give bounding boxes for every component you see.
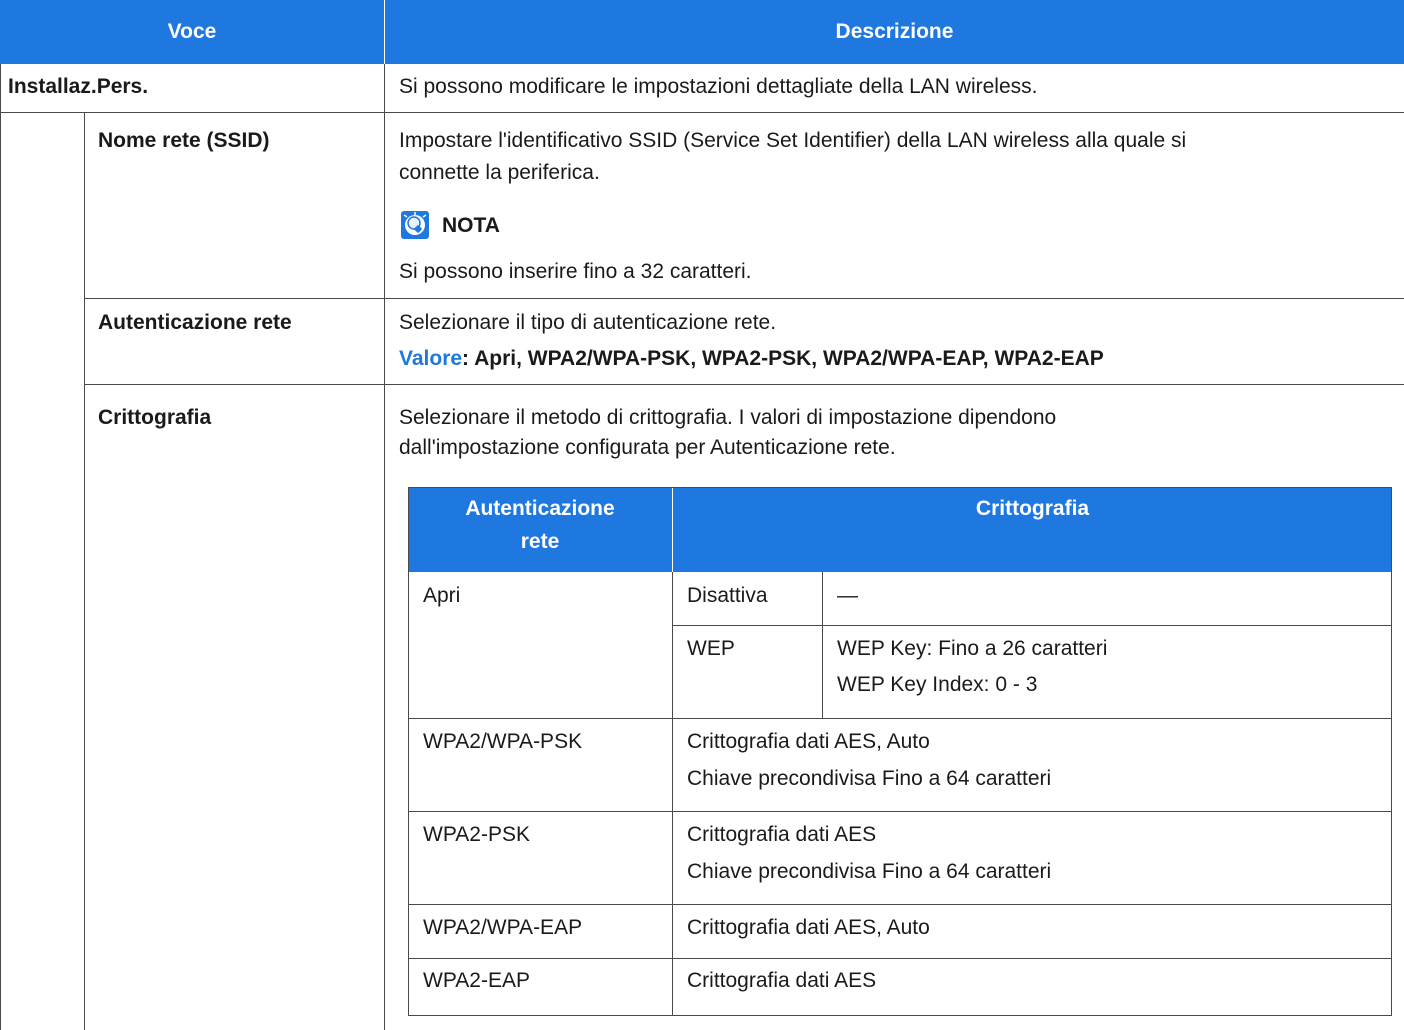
inner-disattiva-value: — xyxy=(837,584,858,607)
note-title: NOTA xyxy=(442,214,500,237)
inner-wpa2-eap-line1: Crittografia dati AES xyxy=(687,969,877,992)
inner-row-divider xyxy=(672,625,1392,626)
note-text: Si possono inserire fino a 32 caratteri. xyxy=(399,260,752,283)
auth-value-label: Valore xyxy=(399,347,463,370)
row-label-installaz: Installaz.Pers. xyxy=(8,75,149,98)
inner-auth-wpa2-eap: WPA2-EAP xyxy=(423,969,530,992)
row-label-crypto: Crittografia xyxy=(98,406,212,429)
row-desc-installaz: Si possono modificare le impostazioni de… xyxy=(399,75,1038,98)
inner-subcol-divider xyxy=(822,572,823,718)
inner-auth-wpa2-psk: WPA2-PSK xyxy=(423,823,530,846)
inner-row-divider xyxy=(408,958,1392,959)
row-divider xyxy=(84,298,1404,299)
outer-left-border xyxy=(0,64,1,1030)
inner-wpa2-psk-line2: Chiave precondivisa Fino a 64 caratteri xyxy=(687,860,1052,883)
inner-wpa2-wpa-psk-line2: Chiave precondivisa Fino a 64 caratteri xyxy=(687,767,1052,790)
inner-header-auth-line1: Autenticazione xyxy=(465,497,615,520)
inner-header-crypto: Crittografia xyxy=(975,497,1090,520)
auth-desc: Selezionare il tipo di autenticazione re… xyxy=(399,311,777,334)
row-label-auth: Autenticazione rete xyxy=(98,311,292,334)
row-divider xyxy=(84,384,1404,385)
column-divider xyxy=(384,64,385,1030)
auth-value-text: : Apri, WPA2/WPA-PSK, WPA2-PSK, WPA2/WPA… xyxy=(462,347,1104,370)
inner-auth-apri: Apri xyxy=(423,584,461,607)
ssid-desc-line1: Impostare l'identificativo SSID (Service… xyxy=(399,129,1187,152)
inner-col-divider xyxy=(672,572,673,1016)
inner-auth-wpa2-wpa-eap: WPA2/WPA-EAP xyxy=(423,916,583,939)
header-descrizione: Descrizione xyxy=(835,20,954,43)
header-voce: Voce xyxy=(167,20,217,43)
inner-wep-key: WEP Key: Fino a 26 caratteri xyxy=(837,637,1108,660)
inner-disattiva: Disattiva xyxy=(687,584,768,607)
crypto-desc-line2: dall'impostazione configurata per Autent… xyxy=(399,436,896,459)
inner-header-divider xyxy=(672,487,673,572)
inner-wpa2-wpa-eap-line1: Crittografia dati AES, Auto xyxy=(687,916,930,939)
row-divider xyxy=(0,112,1404,113)
ssid-desc-line2: connette la periferica. xyxy=(399,161,600,184)
inner-border-bottom xyxy=(408,1015,1392,1016)
inner-header-auth-line2: rete xyxy=(520,530,560,553)
indent-border xyxy=(84,112,85,1030)
row-label-ssid: Nome rete (SSID) xyxy=(98,129,270,152)
inner-wep-index: WEP Key Index: 0 - 3 xyxy=(837,673,1038,696)
inner-auth-wpa2-wpa-psk: WPA2/WPA-PSK xyxy=(423,730,583,753)
inner-border-right xyxy=(1391,487,1392,1016)
inner-wpa2-psk-line1: Crittografia dati AES xyxy=(687,823,877,846)
inner-row-divider xyxy=(408,904,1392,905)
inner-border-left xyxy=(408,487,409,1016)
note-bulb-icon xyxy=(401,211,429,239)
crypto-desc-line1: Selezionare il metodo di crittografia. I… xyxy=(399,406,1057,429)
inner-row-divider xyxy=(408,811,1392,812)
auth-value-line: Valore: Apri, WPA2/WPA-PSK, WPA2-PSK, WP… xyxy=(399,344,1104,374)
header-divider xyxy=(384,0,385,64)
inner-border-top xyxy=(408,487,1392,488)
inner-wep: WEP xyxy=(687,637,735,660)
inner-row-divider xyxy=(408,718,1392,719)
inner-wpa2-wpa-psk-line1: Crittografia dati AES, Auto xyxy=(687,730,930,753)
